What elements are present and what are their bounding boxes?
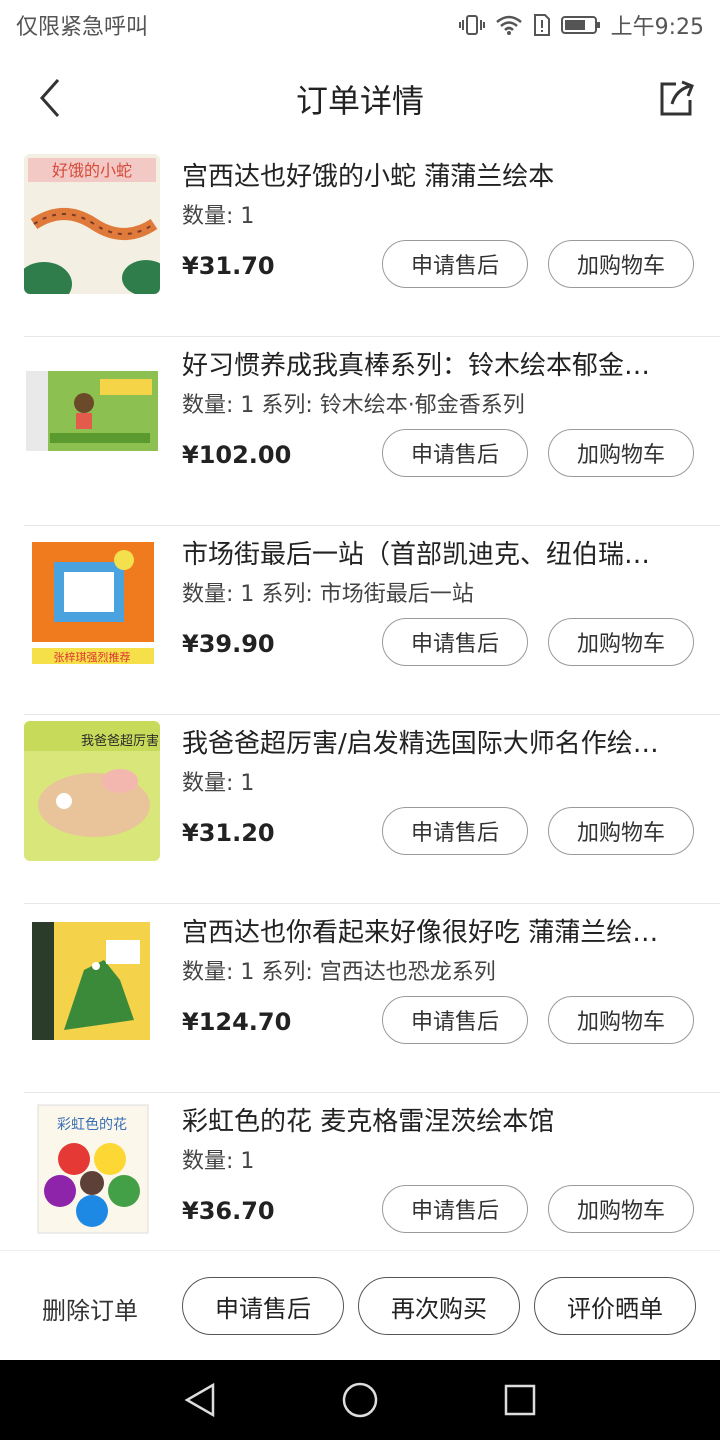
item-quantity: 数量: 1 xyxy=(182,204,255,229)
item-price: ¥124.70 xyxy=(182,1008,292,1036)
item-title[interactable]: 彩虹色的花 麦克格雷涅茨绘本馆 xyxy=(182,1101,692,1138)
vibrate-icon xyxy=(458,13,485,37)
item-quantity-series: 数量: 1 系列: 市场街最后一站 xyxy=(182,582,474,607)
add-to-cart-button[interactable]: 加购物车 xyxy=(548,1185,694,1233)
item-title[interactable]: 市场街最后一站（首部凯迪克、纽伯瑞… xyxy=(182,534,692,571)
recents-square-icon[interactable] xyxy=(495,1375,545,1425)
item-title[interactable]: 我爸爸超厉害/启发精选国际大师名作绘… xyxy=(182,723,692,760)
cover-title: 好饿的小蛇 xyxy=(52,161,132,180)
item-price: ¥39.90 xyxy=(182,630,275,658)
item-title[interactable]: 好习惯养成我真棒系列：铃木绘本郁金… xyxy=(182,345,692,382)
wifi-icon xyxy=(495,14,523,36)
list-item[interactable]: 我爸爸超厉害 我爸爸超厉害/启发精选国际大师名作绘… 数量: 1 ¥31.20 … xyxy=(24,715,720,904)
list-item[interactable]: 张梓琪强烈推荐 市场街最后一站（首部凯迪克、纽伯瑞… 数量: 1 系列: 市场街… xyxy=(24,526,720,715)
share-icon xyxy=(660,80,694,116)
sim-alert-icon xyxy=(533,13,551,37)
back-triangle-icon[interactable] xyxy=(175,1375,225,1425)
review-button[interactable]: 评价晒单 xyxy=(534,1277,696,1335)
book-cover-image[interactable]: 我爸爸超厉害 xyxy=(24,721,160,861)
add-to-cart-button[interactable]: 加购物车 xyxy=(548,807,694,855)
status-time: 上午9:25 xyxy=(610,15,704,40)
book-cover-image[interactable]: 彩虹色的花 xyxy=(24,1099,160,1239)
order-action-bar: 删除订单 申请售后 再次购买 评价晒单 xyxy=(0,1250,720,1361)
header: 订单详情 xyxy=(0,50,720,146)
share-button[interactable] xyxy=(652,74,700,122)
book-cover-image[interactable] xyxy=(24,343,160,483)
add-to-cart-button[interactable]: 加购物车 xyxy=(548,618,694,666)
apply-aftersale-button[interactable]: 申请售后 xyxy=(382,618,528,666)
item-title[interactable]: 宫西达也你看起来好像很好吃 蒲蒲兰绘… xyxy=(182,912,692,949)
list-item[interactable]: 好饿的小蛇 宫西达也好饿的小蛇 蒲蒲兰绘本 数量: 1 ¥31.70 申请售后 … xyxy=(24,148,720,337)
item-quantity-series: 数量: 1 系列: 宫西达也恐龙系列 xyxy=(182,960,496,985)
cover-title: 彩虹色的花 xyxy=(57,1116,127,1133)
item-title[interactable]: 宫西达也好饿的小蛇 蒲蒲兰绘本 xyxy=(182,156,692,193)
status-bar: 仅限紧急呼叫 上午9:25 xyxy=(0,0,720,50)
battery-icon xyxy=(560,15,601,35)
buy-again-button[interactable]: 再次购买 xyxy=(358,1277,520,1335)
order-aftersale-button[interactable]: 申请售后 xyxy=(182,1277,344,1335)
apply-aftersale-button[interactable]: 申请售后 xyxy=(382,996,528,1044)
item-price: ¥31.20 xyxy=(182,819,275,847)
item-quantity: 数量: 1 xyxy=(182,1149,255,1174)
apply-aftersale-button[interactable]: 申请售后 xyxy=(382,807,528,855)
book-cover-image[interactable] xyxy=(24,910,160,1050)
item-price: ¥102.00 xyxy=(182,441,292,469)
status-carrier-text: 仅限紧急呼叫 xyxy=(16,15,149,40)
item-quantity: 数量: 1 xyxy=(182,771,255,796)
cover-title: 我爸爸超厉害 xyxy=(81,733,159,749)
order-items-list: 好饿的小蛇 宫西达也好饿的小蛇 蒲蒲兰绘本 数量: 1 ¥31.70 申请售后 … xyxy=(0,148,720,1281)
book-cover-image[interactable]: 好饿的小蛇 xyxy=(24,154,160,294)
add-to-cart-button[interactable]: 加购物车 xyxy=(548,429,694,477)
add-to-cart-button[interactable]: 加购物车 xyxy=(548,996,694,1044)
apply-aftersale-button[interactable]: 申请售后 xyxy=(382,240,528,288)
delete-order-button[interactable]: 删除订单 xyxy=(42,1291,138,1326)
item-quantity-series: 数量: 1 系列: 铃木绘本·郁金香系列 xyxy=(182,393,525,418)
apply-aftersale-button[interactable]: 申请售后 xyxy=(382,1185,528,1233)
status-icons: 上午9:25 xyxy=(458,9,704,41)
book-cover-image[interactable]: 张梓琪强烈推荐 xyxy=(24,532,160,672)
system-nav-bar xyxy=(0,1360,720,1440)
page-title: 订单详情 xyxy=(295,82,424,120)
apply-aftersale-button[interactable]: 申请售后 xyxy=(382,429,528,477)
add-to-cart-button[interactable]: 加购物车 xyxy=(548,240,694,288)
cover-caption: 张梓琪强烈推荐 xyxy=(54,650,131,664)
item-price: ¥31.70 xyxy=(182,252,275,280)
list-item[interactable]: 好习惯养成我真棒系列：铃木绘本郁金… 数量: 1 系列: 铃木绘本·郁金香系列 … xyxy=(24,337,720,526)
home-circle-icon[interactable] xyxy=(335,1375,385,1425)
list-item[interactable]: 宫西达也你看起来好像很好吃 蒲蒲兰绘… 数量: 1 系列: 宫西达也恐龙系列 ¥… xyxy=(24,904,720,1093)
item-price: ¥36.70 xyxy=(182,1197,275,1225)
